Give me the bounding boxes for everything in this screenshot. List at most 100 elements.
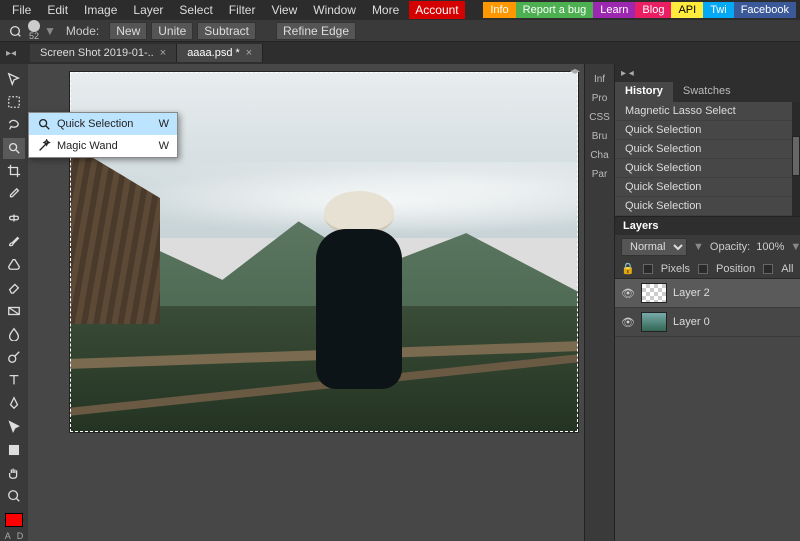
collapse-panel-icon[interactable]: ▸ ◂ [621, 68, 634, 79]
right-panel: ▸ ◂ History Swatches Magnetic Lasso Sele… [614, 64, 800, 541]
flyout-magic-wand[interactable]: Magic Wand W [29, 135, 177, 157]
dodge-tool[interactable] [3, 346, 25, 367]
layer-row[interactable]: 👁 Layer 0 [615, 308, 800, 337]
tool-bar: AD [0, 64, 28, 541]
link-twitter[interactable]: Twi [703, 2, 734, 18]
hand-tool[interactable] [3, 462, 25, 483]
collapse-toolbar-icon[interactable]: ▸◂ [6, 48, 16, 59]
menu-edit[interactable]: Edit [39, 1, 76, 19]
link-learn[interactable]: Learn [593, 2, 635, 18]
brush-size-value: 52 [29, 32, 39, 41]
layer-name: Layer 0 [673, 316, 710, 328]
menu-account[interactable]: Account [409, 1, 464, 19]
eraser-tool[interactable] [3, 277, 25, 298]
tool-flyout: Quick Selection W Magic Wand W [28, 112, 178, 158]
tab-label: aaaa.psd * [187, 47, 240, 59]
shape-tool[interactable] [3, 439, 25, 460]
panel-character[interactable]: Cha [590, 150, 608, 161]
lasso-tool[interactable] [3, 114, 25, 135]
pen-tool[interactable] [3, 393, 25, 414]
link-blog[interactable]: Blog [635, 2, 671, 18]
lock-position-label: Position [716, 263, 755, 275]
brush-size-picker[interactable]: 52 [28, 20, 40, 41]
layer-name: Layer 2 [673, 287, 710, 299]
brush-tool[interactable] [3, 230, 25, 251]
close-icon[interactable]: × [246, 47, 252, 59]
tab-document-1[interactable]: Screen Shot 2019-01-.. × [30, 44, 177, 62]
history-item[interactable]: Quick Selection [615, 121, 800, 140]
opacity-value[interactable]: 100% [756, 241, 784, 253]
lock-position-checkbox[interactable] [698, 264, 708, 274]
lock-all-label: All [781, 263, 793, 275]
layers-options: Normal ▼ Opacity: 100% ▼ [615, 235, 800, 259]
crop-tool[interactable] [3, 161, 25, 182]
history-item[interactable]: Quick Selection [615, 159, 800, 178]
scrollbar[interactable] [792, 102, 800, 216]
visibility-icon[interactable]: 👁 [621, 316, 635, 329]
menu-window[interactable]: Window [305, 1, 364, 19]
flyout-shortcut: W [159, 118, 169, 130]
healing-tool[interactable] [3, 207, 25, 228]
menu-select[interactable]: Select [171, 1, 220, 19]
foreground-color[interactable] [5, 513, 23, 527]
quick-selection-icon [6, 22, 24, 40]
document-tabs: ▸◂ Screen Shot 2019-01-.. × aaaa.psd * × [0, 42, 800, 64]
type-tool[interactable] [3, 370, 25, 391]
history-item[interactable]: Quick Selection [615, 140, 800, 159]
mode-new-button[interactable]: New [109, 22, 147, 40]
blend-mode-select[interactable]: Normal [621, 238, 687, 256]
history-panel-tabs: History Swatches [615, 82, 800, 102]
link-info[interactable]: Info [483, 2, 515, 18]
visibility-icon[interactable]: 👁 [621, 287, 635, 300]
marquee-tool[interactable] [3, 91, 25, 112]
blur-tool[interactable] [3, 323, 25, 344]
panel-brush[interactable]: Bru [592, 131, 608, 142]
history-list: Magnetic Lasso Select Quick Selection Qu… [615, 102, 800, 217]
tab-document-2[interactable]: aaaa.psd * × [177, 44, 263, 62]
menu-layer[interactable]: Layer [125, 1, 171, 19]
menu-view[interactable]: View [263, 1, 305, 19]
swatch-labels: AD [5, 531, 24, 541]
collapse-right-icon[interactable]: ◂▸ [570, 66, 580, 77]
panel-properties[interactable]: Pro [592, 93, 608, 104]
mode-label: Mode: [60, 22, 105, 40]
panel-css[interactable]: CSS [589, 112, 610, 123]
layers-panel-title: Layers [615, 217, 800, 235]
zoom-tool[interactable] [3, 486, 25, 507]
menu-image[interactable]: Image [76, 1, 125, 19]
lock-all-checkbox[interactable] [763, 264, 773, 274]
flyout-quick-selection[interactable]: Quick Selection W [29, 113, 177, 135]
magic-wand-icon [37, 139, 51, 153]
link-facebook[interactable]: Facebook [734, 2, 796, 18]
mode-unite-button[interactable]: Unite [151, 22, 193, 40]
link-api[interactable]: API [671, 2, 703, 18]
gradient-tool[interactable] [3, 300, 25, 321]
menu-more[interactable]: More [364, 1, 407, 19]
flyout-item-label: Quick Selection [57, 118, 133, 130]
history-item[interactable]: Quick Selection [615, 197, 800, 216]
lock-pixels-checkbox[interactable] [643, 264, 653, 274]
color-swatches[interactable] [5, 513, 23, 527]
clone-tool[interactable] [3, 254, 25, 275]
tab-history[interactable]: History [615, 82, 673, 102]
layer-row[interactable]: 👁 Layer 2 [615, 279, 800, 308]
tab-label: Screen Shot 2019-01-.. [40, 47, 154, 59]
eyedropper-tool[interactable] [3, 184, 25, 205]
tab-swatches[interactable]: Swatches [673, 82, 741, 102]
move-tool[interactable] [3, 68, 25, 89]
refine-edge-button[interactable]: Refine Edge [276, 22, 356, 40]
menu-filter[interactable]: Filter [221, 1, 264, 19]
panel-paragraph[interactable]: Par [592, 169, 608, 180]
opacity-label: Opacity: [710, 241, 750, 253]
quick-selection-tool[interactable] [3, 138, 25, 159]
close-icon[interactable]: × [160, 47, 166, 59]
path-select-tool[interactable] [3, 416, 25, 437]
mode-subtract-button[interactable]: Subtract [197, 22, 256, 40]
history-item[interactable]: Quick Selection [615, 178, 800, 197]
history-item[interactable]: Magnetic Lasso Select [615, 102, 800, 121]
flyout-shortcut: W [159, 140, 169, 152]
link-report-bug[interactable]: Report a bug [516, 2, 594, 18]
panel-info[interactable]: Inf [594, 74, 605, 85]
layer-lock-row: 🔒 Pixels Position All [615, 259, 800, 279]
menu-file[interactable]: File [4, 1, 39, 19]
